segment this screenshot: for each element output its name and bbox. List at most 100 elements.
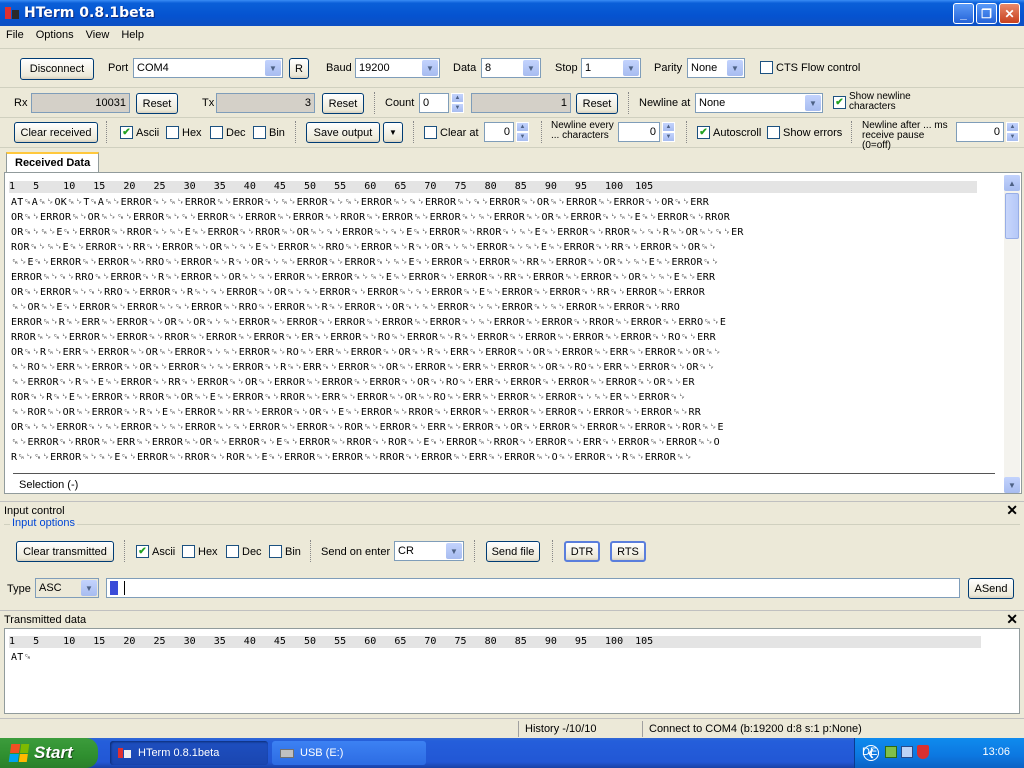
show-errors-label: Show errors [783,126,843,139]
data-line: OR␍␊R␍␊ERR␍␊ERROR␍␊OR␍␊ERROR␍␊␍␊ERROR␍␊R… [11,347,722,358]
drive-icon [280,748,294,758]
asend-button[interactable]: ASend [968,578,1014,599]
restore-button[interactable]: ❐ [976,3,997,24]
clear-at-input[interactable]: 0 [484,122,514,142]
rx-label: Rx [14,97,28,109]
send-on-enter-select[interactable]: CR ▼ [394,541,464,561]
cts-flow-checkbox[interactable]: CTS Flow control [760,61,860,74]
menu-file[interactable]: File [0,29,30,41]
rx-hex-checkbox[interactable]: Hex [166,126,202,139]
title-bar[interactable]: HTerm 0.8.1beta _ ❐ ✕ [0,0,1024,26]
toolbar-separator [413,121,415,143]
spin-down-icon[interactable]: ▼ [516,132,529,142]
tx-ascii-checkbox[interactable]: ✔ Ascii [136,545,175,558]
menu-view[interactable]: View [80,29,116,41]
transmitted-data-panel[interactable]: 1 5 10 15 20 25 30 35 40 45 50 55 60 65 … [4,628,1020,714]
dtr-toggle-button[interactable]: DTR [564,541,600,562]
save-options-dropdown[interactable]: ▼ [383,122,403,143]
close-button[interactable]: ✕ [999,3,1020,24]
baud-value: 19200 [359,62,390,74]
menu-options[interactable]: Options [30,29,80,41]
taskbar-item-hterm[interactable]: HTerm 0.8.1beta [110,741,268,765]
rx-dec-checkbox[interactable]: Dec [210,126,246,139]
menu-bar: File Options View Help [0,26,1024,44]
parity-label: Parity [654,62,683,74]
minimize-button[interactable]: _ [953,3,974,24]
transmitted-text[interactable]: AT␍ [11,650,977,665]
stop-bits-value: 1 [585,62,592,74]
newline-every-input[interactable]: 0 [618,122,660,142]
data-bits-select[interactable]: 8 ▼ [481,58,541,78]
app-icon [118,746,132,760]
scroll-thumb[interactable] [1005,193,1019,239]
port-select[interactable]: COM4 ▼ [133,58,283,78]
spin-up-icon[interactable]: ▲ [662,122,675,132]
port-label: Port [108,62,129,74]
received-text[interactable]: AT␍A␍␊OK␍␊T␍A␍␊ERROR␍␊␍␊ERROR␍␊ERROR␍␊␍␊… [11,195,977,465]
scroll-up-icon[interactable]: ▲ [1004,175,1020,191]
spin-up-icon[interactable]: ▲ [516,122,529,132]
toolbar-separator [310,540,312,562]
clear-transmitted-button[interactable]: Clear transmitted [16,541,114,562]
clear-received-button[interactable]: Clear received [14,122,98,143]
show-newline-checkbox[interactable]: ✔ Show newline characters [833,92,915,112]
refresh-ports-button[interactable]: R [289,58,309,79]
rx-ascii-checkbox[interactable]: ✔ Ascii [120,126,159,139]
type-select[interactable]: ASC ▼ [35,578,99,598]
data-bits-label: Data [453,62,477,74]
parity-select[interactable]: None ▼ [687,58,745,78]
security-shield-icon[interactable] [917,745,929,759]
received-scrollbar[interactable]: ▲ ▼ [1004,175,1020,493]
start-button[interactable]: Start [0,738,98,768]
tx-bin-checkbox[interactable]: Bin [269,545,301,558]
rx-count-field: 10031 [31,93,130,113]
tx-reset-button[interactable]: Reset [322,93,364,114]
clear-at-checkbox[interactable]: Clear at [424,126,479,139]
close-icon[interactable]: ✕ [1006,611,1018,628]
rx-reset-button[interactable]: Reset [136,93,178,114]
count-label: Count [385,97,415,109]
autoscroll-checkbox[interactable]: ✔ Autoscroll [697,126,761,139]
spin-up-icon[interactable]: ▲ [451,93,464,103]
count-reset-button[interactable]: Reset [576,93,618,114]
send-file-button[interactable]: Send file [486,541,540,562]
display-icon[interactable] [901,746,913,758]
spin-up-icon[interactable]: ▲ [1006,122,1019,132]
network-icon[interactable] [885,746,897,758]
tab-received-data[interactable]: Received Data [6,152,100,172]
rts-toggle-button[interactable]: RTS [610,541,646,562]
baud-select[interactable]: 19200 ▼ [355,58,440,78]
spin-down-icon[interactable]: ▼ [1006,132,1019,142]
newline-every-spinner[interactable]: ▲ ▼ [662,122,675,142]
taskbar-item-usb[interactable]: USB (E:) [272,741,426,765]
scroll-down-icon[interactable]: ▼ [1004,477,1020,493]
tx-dec-checkbox[interactable]: Dec [226,545,262,558]
chevron-down-icon: ▼ [523,60,539,76]
save-output-button[interactable]: Save output [306,122,380,143]
spin-down-icon[interactable]: ▼ [662,132,675,142]
tx-hex-checkbox[interactable]: Hex [182,545,218,558]
text-caret [124,581,125,595]
menu-help[interactable]: Help [115,29,150,41]
count-input[interactable]: 0 [419,93,449,113]
chevron-down-icon: ▼ [422,60,438,76]
text-cursor-block [110,581,118,595]
spin-down-icon[interactable]: ▼ [451,103,464,113]
send-input[interactable] [106,578,960,598]
newline-after-input[interactable]: 0 [956,122,1004,142]
count-spinner[interactable]: ▲ ▼ [451,93,464,113]
chevron-down-icon: ▼ [446,543,462,559]
disconnect-button[interactable]: Disconnect [20,58,94,80]
newline-at-select[interactable]: None ▼ [695,93,823,113]
received-data-panel[interactable]: 1 5 10 15 20 25 30 35 40 45 50 55 60 65 … [4,172,1022,494]
rx-bin-checkbox[interactable]: Bin [253,126,285,139]
newline-after-spinner[interactable]: ▲ ▼ [1006,122,1019,142]
close-icon[interactable]: ✕ [1006,502,1018,519]
data-line: ␍␊E␍␊ERROR␍␊ERROR␍␊RRO␍␊ERROR␍␊R␍␊OR␍␊␍␊… [11,257,720,268]
taskbar-item-label: HTerm 0.8.1beta [138,747,220,759]
show-errors-checkbox[interactable]: Show errors [767,126,842,139]
clear-at-label: Clear at [440,126,479,139]
stop-bits-select[interactable]: 1 ▼ [581,58,641,78]
language-indicator[interactable]: DE [862,746,877,758]
clear-at-spinner[interactable]: ▲ ▼ [516,122,529,142]
